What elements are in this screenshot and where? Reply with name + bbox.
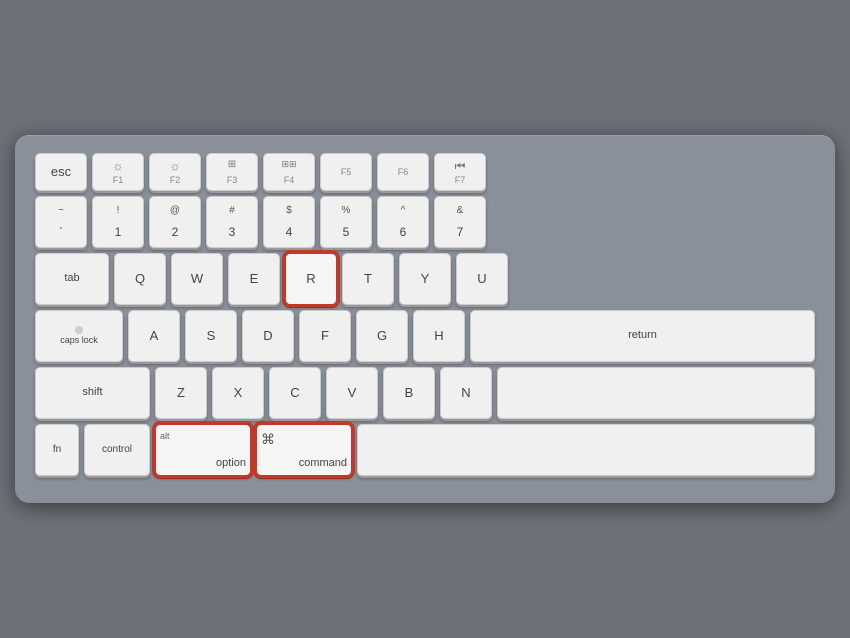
key-tilde[interactable]: ~ ` [35,196,87,248]
zxcv-row: shift Z X C V B N [35,367,815,419]
key-fn[interactable]: fn [35,424,79,476]
key-q[interactable]: Q [114,253,166,305]
key-control[interactable]: control [84,424,150,476]
key-alt-option[interactable]: alt option [155,424,251,476]
key-s[interactable]: S [185,310,237,362]
key-esc[interactable]: esc [35,153,87,191]
key-f6[interactable]: F6 [377,153,429,191]
key-spacebar[interactable] [357,424,815,476]
caps-lock-indicator [75,326,83,334]
key-enter[interactable]: return [470,310,815,362]
key-r[interactable]: R [285,253,337,305]
key-1[interactable]: ! 1 [92,196,144,248]
key-t[interactable]: T [342,253,394,305]
command-label: command [299,457,347,469]
key-4[interactable]: $ 4 [263,196,315,248]
key-7[interactable]: & 7 [434,196,486,248]
key-command[interactable]: ⌘ command [256,424,352,476]
key-shift-left[interactable]: shift [35,367,150,419]
key-w[interactable]: W [171,253,223,305]
key-d[interactable]: D [242,310,294,362]
key-v[interactable]: V [326,367,378,419]
key-u[interactable]: U [456,253,508,305]
key-f2[interactable]: ☼ F2 [149,153,201,191]
option-label: option [216,457,246,469]
key-f7[interactable]: ⏮ F7 [434,153,486,191]
key-5[interactable]: % 5 [320,196,372,248]
key-n[interactable]: N [440,367,492,419]
asdf-row: caps lock A S D F G H return [35,310,815,362]
key-c[interactable]: C [269,367,321,419]
qwerty-row: tab Q W E R T Y U [35,253,815,305]
key-tab[interactable]: tab [35,253,109,305]
command-symbol: ⌘ [261,431,275,448]
esc-label: esc [51,164,71,180]
f1-labels: ☼ F1 [93,154,143,190]
key-f4[interactable]: ⊞⊞ F4 [263,153,315,191]
key-6[interactable]: ^ 6 [377,196,429,248]
key-z[interactable]: Z [155,367,207,419]
alt-label: alt [160,431,170,441]
key-f[interactable]: F [299,310,351,362]
key-f5[interactable]: F5 [320,153,372,191]
function-key-row: esc ☼ F1 ☼ F2 ⊞ F3 ⊞⊞ F4 [35,153,815,191]
key-2[interactable]: @ 2 [149,196,201,248]
key-g[interactable]: G [356,310,408,362]
key-f3[interactable]: ⊞ F3 [206,153,258,191]
key-y[interactable]: Y [399,253,451,305]
key-f1[interactable]: ☼ F1 [92,153,144,191]
key-h[interactable]: H [413,310,465,362]
key-e[interactable]: E [228,253,280,305]
key-x[interactable]: X [212,367,264,419]
key-a[interactable]: A [128,310,180,362]
key-caps-lock[interactable]: caps lock [35,310,123,362]
key-shift-right[interactable] [497,367,815,419]
number-row: ~ ` ! 1 @ 2 # 3 $ 4 [35,196,815,248]
bottom-row: fn control alt option ⌘ command [35,424,815,476]
key-3[interactable]: # 3 [206,196,258,248]
keyboard: esc ☼ F1 ☼ F2 ⊞ F3 ⊞⊞ F4 [15,135,835,503]
key-b[interactable]: B [383,367,435,419]
